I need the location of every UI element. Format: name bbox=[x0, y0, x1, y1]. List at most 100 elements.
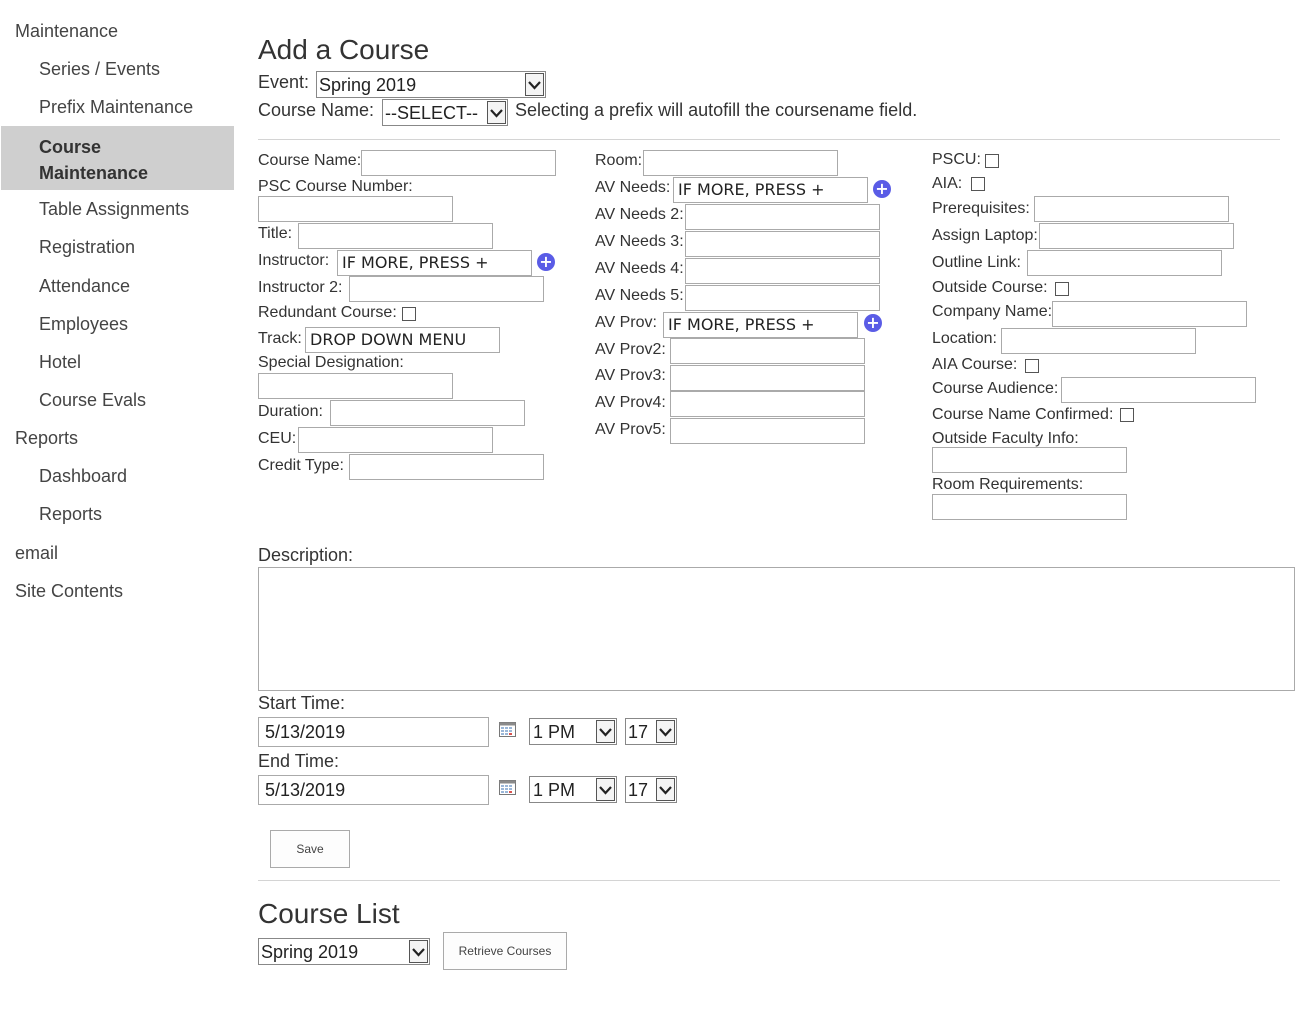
nav-course-maintenance[interactable]: Course Maintenance bbox=[1, 126, 234, 190]
start-minute-select[interactable]: 17 bbox=[625, 718, 677, 745]
nav-attendance[interactable]: Attendance bbox=[39, 276, 130, 297]
nav-registration[interactable]: Registration bbox=[39, 237, 135, 258]
nav-series-events[interactable]: Series / Events bbox=[39, 59, 160, 80]
ceu-input[interactable] bbox=[298, 427, 493, 453]
aia-course-label: AIA Course: bbox=[932, 356, 1018, 373]
course-list-title: Course List bbox=[258, 898, 400, 929]
end-date-input[interactable]: 5/13/2019 bbox=[258, 775, 489, 805]
av-needs4-input[interactable] bbox=[685, 258, 880, 284]
course-audience-input[interactable] bbox=[1061, 377, 1256, 403]
duration-input[interactable] bbox=[330, 400, 525, 426]
aia-checkbox[interactable] bbox=[971, 177, 985, 191]
start-date-input[interactable]: 5/13/2019 bbox=[258, 717, 489, 747]
divider bbox=[258, 880, 1280, 881]
divider bbox=[258, 139, 1280, 140]
credit-type-input[interactable] bbox=[349, 454, 544, 480]
outline-link-input[interactable] bbox=[1027, 250, 1222, 276]
location-input[interactable] bbox=[1001, 328, 1196, 354]
end-hour-value: 1 PM bbox=[533, 780, 576, 800]
credit-type-label: Credit Type: bbox=[258, 457, 344, 474]
nav-prefix-maintenance[interactable]: Prefix Maintenance bbox=[39, 97, 193, 118]
start-hour-select[interactable]: 1 PM bbox=[529, 718, 617, 745]
psc-course-number-input[interactable] bbox=[258, 196, 453, 222]
redundant-course-label: Redundant Course: bbox=[258, 304, 397, 321]
ceu-label: CEU: bbox=[258, 430, 297, 447]
prefix-hint: Selecting a prefix will autofill the cou… bbox=[515, 100, 918, 120]
chevron-down-icon bbox=[596, 720, 615, 743]
chevron-down-icon bbox=[596, 778, 615, 801]
calendar-icon[interactable] bbox=[499, 722, 516, 737]
av-prov-label: AV Prov: bbox=[595, 314, 657, 331]
special-designation-input[interactable] bbox=[258, 373, 453, 399]
av-needs-input[interactable]: IF MORE, PRESS + bbox=[673, 177, 868, 203]
assign-laptop-input[interactable] bbox=[1039, 223, 1234, 249]
chevron-down-icon bbox=[409, 940, 428, 963]
event-select[interactable]: Spring 2019 bbox=[316, 71, 546, 98]
av-prov2-label: AV Prov2: bbox=[595, 341, 666, 358]
av-needs2-label: AV Needs 2: bbox=[595, 206, 684, 223]
nav-table-assignments[interactable]: Table Assignments bbox=[39, 199, 189, 220]
chevron-down-icon bbox=[487, 101, 506, 124]
duration-label: Duration: bbox=[258, 403, 323, 420]
nav-employees[interactable]: Employees bbox=[39, 314, 128, 335]
track-input[interactable]: DROP DOWN MENU bbox=[305, 327, 500, 353]
av-prov3-input[interactable] bbox=[670, 365, 865, 391]
outside-course-checkbox[interactable] bbox=[1055, 282, 1069, 296]
room-input[interactable] bbox=[643, 150, 838, 176]
av-prov-input[interactable]: IF MORE, PRESS + bbox=[663, 312, 858, 338]
add-instructor-icon[interactable]: + bbox=[537, 253, 555, 271]
add-av-prov-icon[interactable]: + bbox=[864, 314, 882, 332]
add-av-needs-icon[interactable]: + bbox=[873, 180, 891, 198]
nav-reports[interactable]: Reports bbox=[39, 504, 102, 525]
prerequisites-input[interactable] bbox=[1034, 196, 1229, 222]
nav-course-evals[interactable]: Course Evals bbox=[39, 390, 146, 411]
instructor2-input[interactable] bbox=[349, 276, 544, 302]
av-needs2-input[interactable] bbox=[685, 204, 880, 230]
description-label: Description: bbox=[258, 545, 354, 565]
nav-dashboard[interactable]: Dashboard bbox=[39, 466, 127, 487]
av-prov5-label: AV Prov5: bbox=[595, 421, 666, 438]
nav-maintenance[interactable]: Maintenance bbox=[15, 21, 118, 42]
room-requirements-input[interactable] bbox=[932, 494, 1127, 520]
av-needs5-input[interactable] bbox=[685, 285, 880, 311]
room-label: Room: bbox=[595, 152, 643, 169]
title-input[interactable] bbox=[298, 223, 493, 249]
av-needs4-label: AV Needs 4: bbox=[595, 260, 684, 277]
nav-course-maintenance-label-2: Maintenance bbox=[39, 163, 149, 183]
av-prov2-input[interactable] bbox=[670, 338, 865, 364]
course-prefix-select[interactable]: --SELECT-- bbox=[382, 99, 508, 126]
redundant-course-checkbox[interactable] bbox=[402, 307, 416, 321]
psc-course-number-label: PSC Course Number: bbox=[258, 178, 413, 195]
nav-email[interactable]: email bbox=[15, 543, 58, 564]
start-hour-value: 1 PM bbox=[533, 722, 576, 742]
av-prov3-label: AV Prov3: bbox=[595, 367, 666, 384]
nav-site-contents[interactable]: Site Contents bbox=[15, 581, 123, 602]
end-hour-select[interactable]: 1 PM bbox=[529, 776, 617, 803]
outside-faculty-info-input[interactable] bbox=[932, 447, 1127, 473]
course-list-event-value: Spring 2019 bbox=[261, 942, 359, 962]
nav-reports-section[interactable]: Reports bbox=[15, 428, 78, 449]
special-designation-label: Special Designation: bbox=[258, 354, 404, 371]
av-needs3-label: AV Needs 3: bbox=[595, 233, 684, 250]
av-prov4-input[interactable] bbox=[670, 391, 865, 417]
description-textarea[interactable] bbox=[258, 567, 1295, 691]
course-prefix-select-value: --SELECT-- bbox=[385, 103, 479, 123]
av-needs5-label: AV Needs 5: bbox=[595, 287, 684, 304]
assign-laptop-label: Assign Laptop: bbox=[932, 227, 1038, 244]
av-prov5-input[interactable] bbox=[670, 418, 865, 444]
instructor-input[interactable]: IF MORE, PRESS + bbox=[337, 250, 532, 276]
start-time-label: Start Time: bbox=[258, 693, 346, 713]
save-button[interactable]: Save bbox=[270, 830, 350, 868]
chevron-down-icon bbox=[525, 73, 544, 96]
course-list-event-select[interactable]: Spring 2019 bbox=[258, 938, 430, 965]
pscu-checkbox[interactable] bbox=[985, 154, 999, 168]
av-needs3-input[interactable] bbox=[685, 231, 880, 257]
calendar-icon[interactable] bbox=[499, 780, 516, 795]
company-name-input[interactable] bbox=[1052, 301, 1247, 327]
course-name-confirmed-checkbox[interactable] bbox=[1120, 408, 1134, 422]
nav-hotel[interactable]: Hotel bbox=[39, 352, 81, 373]
retrieve-courses-button[interactable]: Retrieve Courses bbox=[443, 932, 567, 970]
aia-course-checkbox[interactable] bbox=[1025, 359, 1039, 373]
end-minute-select[interactable]: 17 bbox=[625, 776, 677, 803]
course-name-input[interactable] bbox=[361, 150, 556, 176]
